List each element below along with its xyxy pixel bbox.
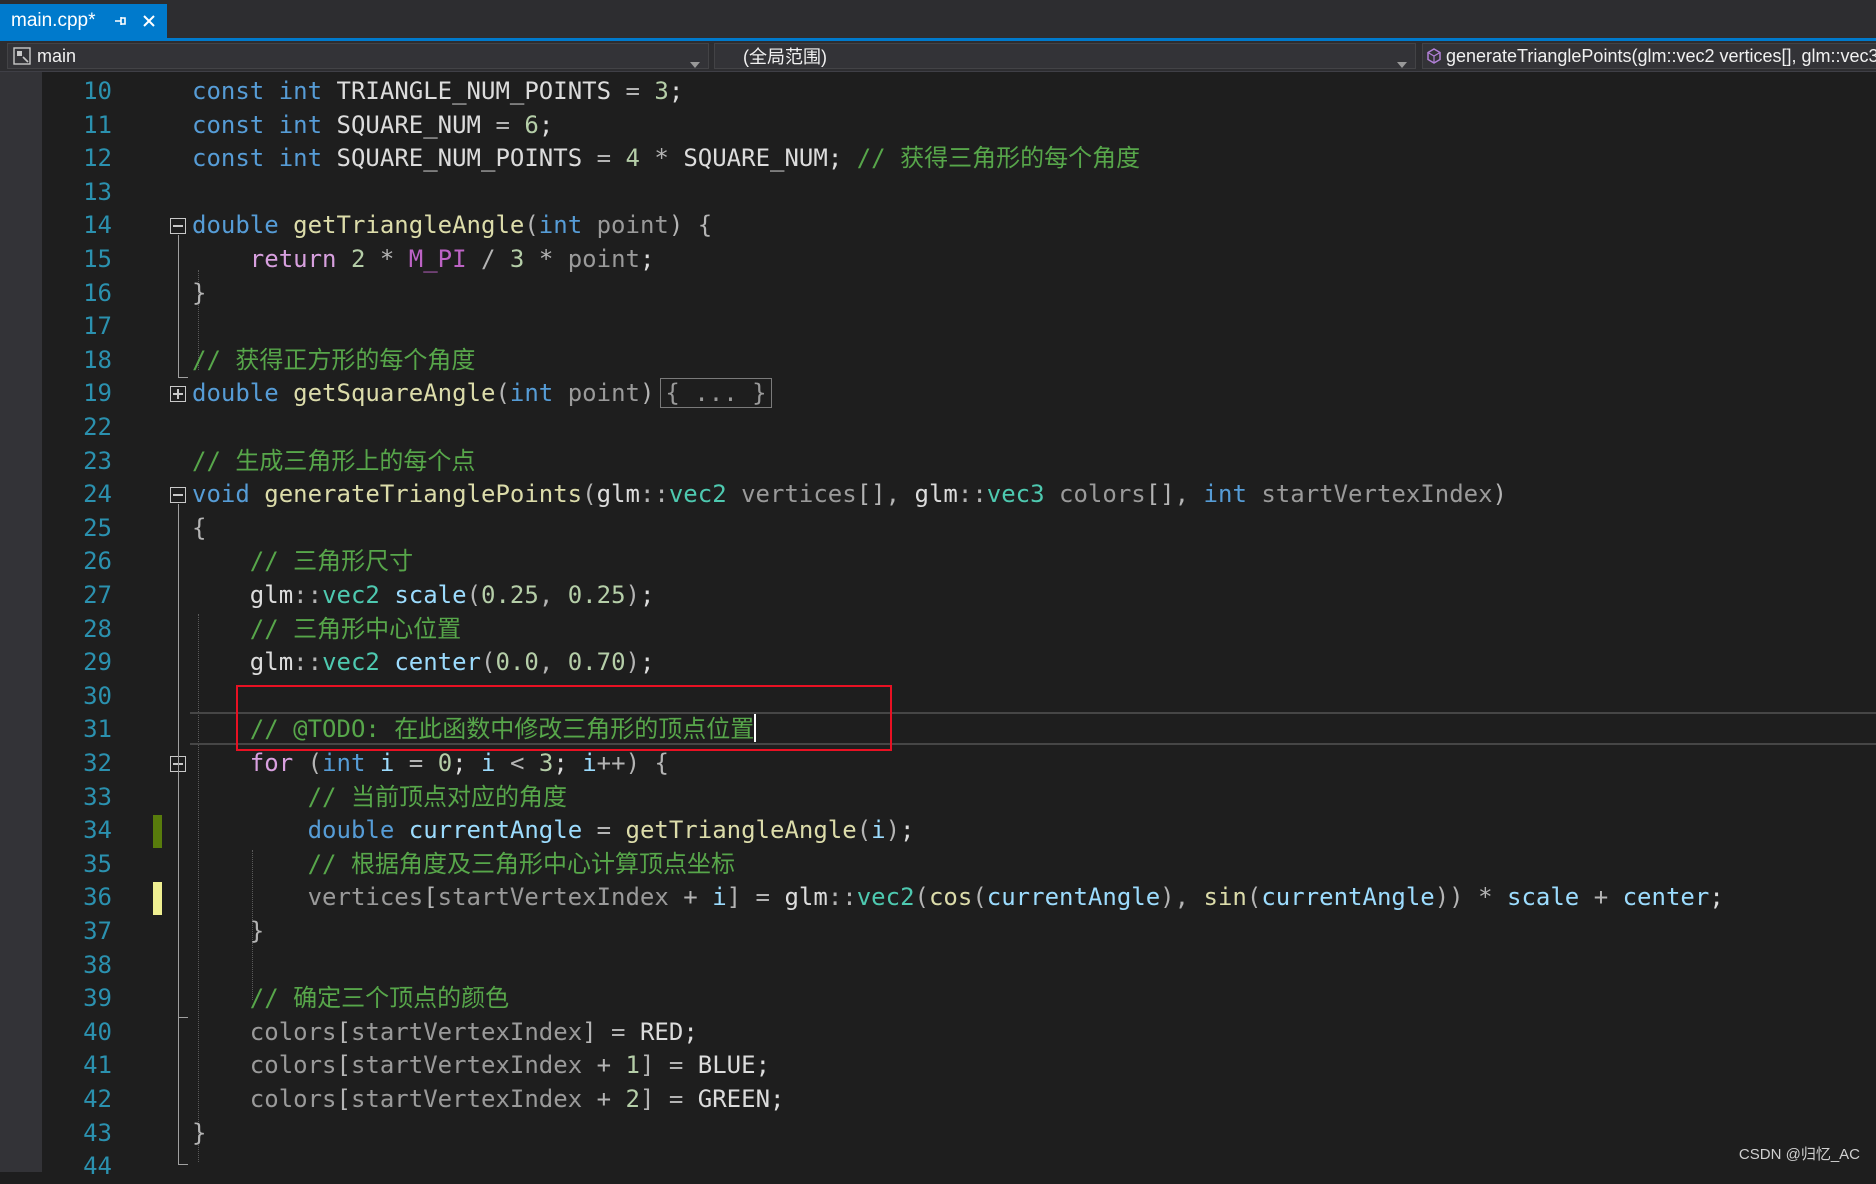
code-editor[interactable]: 10 11 12 13 14 15 16 17 18 19 22 23 24 2… xyxy=(0,72,1876,1180)
line-number: 23 xyxy=(83,446,112,475)
code-line[interactable]: // 当前顶点对应的角度 xyxy=(192,781,567,815)
collapsed-code-block[interactable]: { ... } xyxy=(660,378,772,409)
watermark: CSDN @归忆_AC xyxy=(1738,1146,1860,1163)
dropdown-arrow-icon[interactable] xyxy=(690,52,700,68)
red-annotation-box xyxy=(236,685,892,751)
line-number: 27 xyxy=(83,581,112,609)
member-dropdown[interactable]: generateTrianglePoints(glm::vec2 vertice… xyxy=(1422,43,1876,69)
line-number: 28 xyxy=(83,614,112,643)
code-line[interactable]: colors[startVertexIndex + 1] = BLUE; xyxy=(192,1049,770,1083)
line-number: 18 xyxy=(83,345,112,374)
code-line[interactable]: double getTriangleAngle(int point) { xyxy=(192,209,712,243)
line-number: 29 xyxy=(83,648,112,677)
line-number: 25 xyxy=(83,513,112,542)
line-number: 24 xyxy=(83,480,112,509)
fold-region-line xyxy=(178,773,179,1018)
code-line[interactable]: // 三角形中心位置 xyxy=(192,613,461,647)
code-line[interactable]: // 确定三个顶点的颜色 xyxy=(192,982,509,1016)
line-number: 43 xyxy=(83,1118,112,1147)
document-tab-strip: main.cpp* xyxy=(0,0,1876,41)
line-number: 15 xyxy=(83,245,112,273)
line-number: 40 xyxy=(83,1017,112,1046)
change-marker-unsaved xyxy=(153,882,162,915)
fold-toggle-collapse[interactable] xyxy=(170,487,186,503)
line-number: 26 xyxy=(83,547,112,576)
tab-main-cpp[interactable]: main.cpp* xyxy=(0,4,167,38)
line-number: 10 xyxy=(83,77,112,105)
fold-region-end xyxy=(178,1017,188,1018)
line-number: 14 xyxy=(83,211,112,240)
fold-toggle-expand[interactable] xyxy=(170,386,186,402)
project-icon xyxy=(11,45,33,67)
line-number: 33 xyxy=(83,782,112,811)
line-number: 37 xyxy=(83,917,112,945)
code-line[interactable]: double currentAngle = getTriangleAngle(i… xyxy=(192,814,915,848)
code-line[interactable]: } xyxy=(192,1117,206,1151)
fold-toggle-collapse[interactable] xyxy=(170,218,186,234)
project-dropdown[interactable]: main xyxy=(7,43,709,69)
code-line[interactable]: glm::vec2 scale(0.25, 0.25); xyxy=(192,579,655,613)
code-line[interactable]: // 根据角度及三角形中心计算顶点坐标 xyxy=(192,848,735,882)
line-number: 44 xyxy=(83,1152,112,1181)
line-number: 19 xyxy=(83,379,112,408)
navigation-bar: main (全局范围) generateTrianglePoints(glm::… xyxy=(0,41,1876,72)
member-icon xyxy=(1426,45,1442,67)
fold-region-end xyxy=(178,377,188,378)
line-number: 12 xyxy=(83,144,112,173)
code-line[interactable]: colors[startVertexIndex] = RED; xyxy=(192,1016,698,1050)
code-line[interactable]: { xyxy=(192,512,206,546)
line-number: 16 xyxy=(83,278,112,307)
line-number: 38 xyxy=(83,950,112,979)
line-number: 42 xyxy=(83,1085,112,1113)
line-number: 41 xyxy=(83,1051,112,1080)
code-line[interactable]: // 获得正方形的每个角度 xyxy=(192,344,475,378)
scope-dropdown-value: (全局范围) xyxy=(743,47,827,67)
change-marker-saved xyxy=(153,815,162,848)
code-line[interactable]: for (int i = 0; i < 3; i++) { xyxy=(192,747,669,781)
code-line[interactable]: // 生成三角形上的每个点 xyxy=(192,445,475,479)
code-line[interactable]: // 三角形尺寸 xyxy=(192,545,413,579)
line-number: 11 xyxy=(83,110,112,139)
line-number: 30 xyxy=(83,681,112,710)
member-dropdown-value: generateTrianglePoints(glm::vec2 vertice… xyxy=(1446,45,1876,66)
line-number: 13 xyxy=(83,177,112,206)
close-icon[interactable] xyxy=(138,10,160,32)
code-line[interactable]: const int SQUARE_NUM_POINTS = 4 * SQUARE… xyxy=(192,142,1140,176)
line-number: 36 xyxy=(83,883,112,912)
dropdown-arrow-icon[interactable] xyxy=(1397,52,1407,68)
tab-label: main.cpp* xyxy=(11,10,96,31)
line-number: 22 xyxy=(83,413,112,441)
scope-dropdown[interactable]: (全局范围) xyxy=(714,43,1416,69)
indicator-margin xyxy=(0,72,42,1172)
fold-region-line xyxy=(178,235,179,378)
code-line[interactable]: void generateTrianglePoints(glm::vec2 ve… xyxy=(192,478,1507,512)
line-number: 35 xyxy=(83,849,112,878)
code-line[interactable]: vertices[startVertexIndex + i] = glm::ve… xyxy=(192,881,1724,915)
code-line[interactable]: } xyxy=(192,277,206,311)
pin-icon[interactable] xyxy=(110,10,132,32)
line-number: 39 xyxy=(83,984,112,1013)
code-line[interactable]: const int SQUARE_NUM = 6; xyxy=(192,109,553,143)
code-line[interactable]: glm::vec2 center(0.0, 0.70); xyxy=(192,646,655,680)
code-line[interactable]: return 2 * M_PI / 3 * point; xyxy=(192,243,655,277)
line-number: 34 xyxy=(83,816,112,845)
code-line[interactable]: const int TRIANGLE_NUM_POINTS = 3; xyxy=(192,75,683,109)
line-number: 31 xyxy=(83,715,112,744)
code-line[interactable]: colors[startVertexIndex + 2] = GREEN; xyxy=(192,1083,785,1117)
project-dropdown-value: main xyxy=(37,45,77,66)
code-line[interactable]: } xyxy=(192,915,264,949)
line-number: 32 xyxy=(83,749,112,777)
code-line[interactable]: double getSquareAngle(int point){ ... } xyxy=(192,377,772,411)
fold-region-end xyxy=(178,1164,188,1165)
line-number: 17 xyxy=(83,312,112,341)
